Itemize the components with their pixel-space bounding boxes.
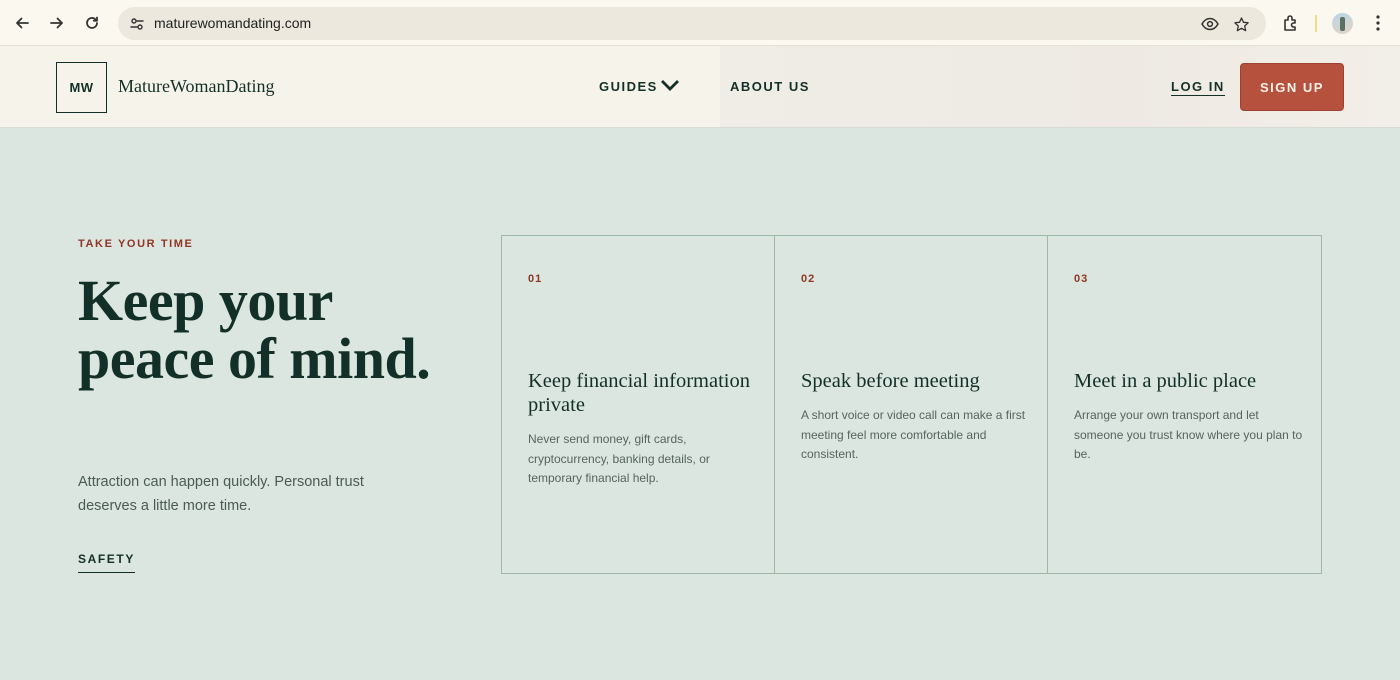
tip-title: Speak before meeting bbox=[801, 370, 980, 392]
tip-title: Meet in a public place bbox=[1074, 370, 1257, 392]
tip-body: Never send money, gift cards, cryptocurr… bbox=[528, 432, 710, 485]
browser-toolbar: maturewomandating.com bbox=[0, 0, 1400, 46]
tip-body: Arrange your own transport and let someo… bbox=[1074, 408, 1303, 461]
address-bar[interactable]: maturewomandating.com bbox=[118, 7, 1266, 40]
more-menu-icon[interactable] bbox=[1366, 11, 1390, 35]
site-header: MW MatureWomanDating GUIDES ABOUT US LOG… bbox=[0, 46, 1400, 128]
tip-card: 01 Keep financial information private Ne… bbox=[502, 236, 775, 573]
tip-number: 03 bbox=[1074, 273, 1089, 285]
section-eyebrow: TAKE YOUR TIME bbox=[78, 238, 194, 250]
tip-title: Keep financial information private bbox=[528, 370, 750, 416]
forward-arrow-icon[interactable] bbox=[45, 11, 69, 35]
nav-about-us[interactable]: ABOUT US bbox=[730, 79, 810, 94]
url-text[interactable]: maturewomandating.com bbox=[154, 15, 311, 31]
toolbar-divider bbox=[1315, 15, 1317, 32]
logo-text[interactable]: MatureWomanDating bbox=[118, 76, 275, 97]
extensions-icon[interactable] bbox=[1279, 11, 1303, 35]
chevron-down-icon[interactable] bbox=[660, 78, 680, 92]
nav-guides[interactable]: GUIDES bbox=[599, 79, 658, 94]
safety-link[interactable]: SAFETY bbox=[78, 552, 135, 573]
hero-subtitle: Attraction can happen quickly. Personal … bbox=[78, 474, 364, 514]
tips-grid: 01 Keep financial information private Ne… bbox=[501, 235, 1322, 574]
login-link[interactable]: LOG IN bbox=[1171, 79, 1225, 96]
tip-number: 02 bbox=[801, 273, 816, 285]
tip-card: 02 Speak before meeting A short voice or… bbox=[775, 236, 1048, 573]
reload-icon[interactable] bbox=[80, 11, 104, 35]
profile-avatar[interactable] bbox=[1332, 13, 1353, 34]
tip-number: 01 bbox=[528, 273, 543, 285]
hero-title: Keep your peace of mind. bbox=[78, 268, 431, 391]
tip-body: A short voice or video call can make a f… bbox=[801, 408, 1026, 461]
logo-mark[interactable]: MW bbox=[56, 62, 107, 113]
site-info-icon[interactable] bbox=[124, 11, 150, 37]
eye-icon[interactable] bbox=[1199, 13, 1221, 35]
back-arrow-icon[interactable] bbox=[10, 11, 34, 35]
tip-card: 03 Meet in a public place Arrange your o… bbox=[1048, 236, 1321, 573]
signup-button[interactable]: SIGN UP bbox=[1240, 63, 1344, 111]
star-icon[interactable] bbox=[1230, 13, 1252, 35]
